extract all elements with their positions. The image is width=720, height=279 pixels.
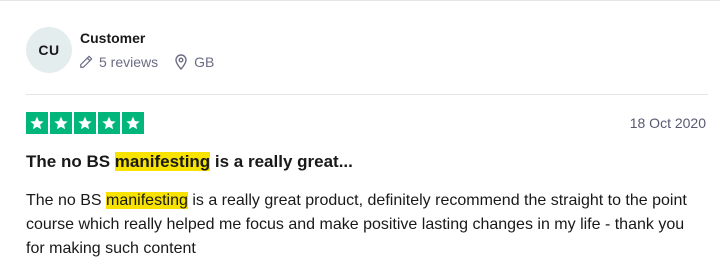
review-title-text: is a really great... xyxy=(210,152,353,171)
reviews-count-label: 5 reviews xyxy=(99,54,159,70)
review-card: CU Customer 5 reviews GB 18 Oct 2020 The… xyxy=(0,0,720,279)
reviewer-country: GB xyxy=(174,54,214,70)
country-label: GB xyxy=(194,54,215,70)
star-icon xyxy=(98,112,120,134)
location-pin-icon xyxy=(175,54,187,70)
review-body-text: The no BS xyxy=(26,192,107,209)
pencil-icon xyxy=(80,55,93,68)
star-rating xyxy=(26,112,146,134)
review-title-text: The no BS xyxy=(26,152,115,171)
star-icon xyxy=(26,112,48,134)
review-date: 18 Oct 2020 xyxy=(629,115,706,131)
star-icon xyxy=(50,112,72,134)
review-title[interactable]: The no BS manifesting is a really great.… xyxy=(26,152,353,172)
divider xyxy=(26,94,708,95)
reviews-count: 5 reviews xyxy=(79,54,158,70)
review-body: The no BS manifesting is a really great … xyxy=(26,189,706,261)
reviewer-meta: 5 reviews GB xyxy=(79,54,214,70)
star-icon xyxy=(122,112,144,134)
reviewer-info: Customer 5 reviews GB xyxy=(35,30,214,70)
reviewer-name[interactable]: Customer xyxy=(80,30,214,46)
search-highlight: manifesting xyxy=(106,192,188,209)
search-highlight: manifesting xyxy=(114,152,211,171)
star-icon xyxy=(74,112,96,134)
